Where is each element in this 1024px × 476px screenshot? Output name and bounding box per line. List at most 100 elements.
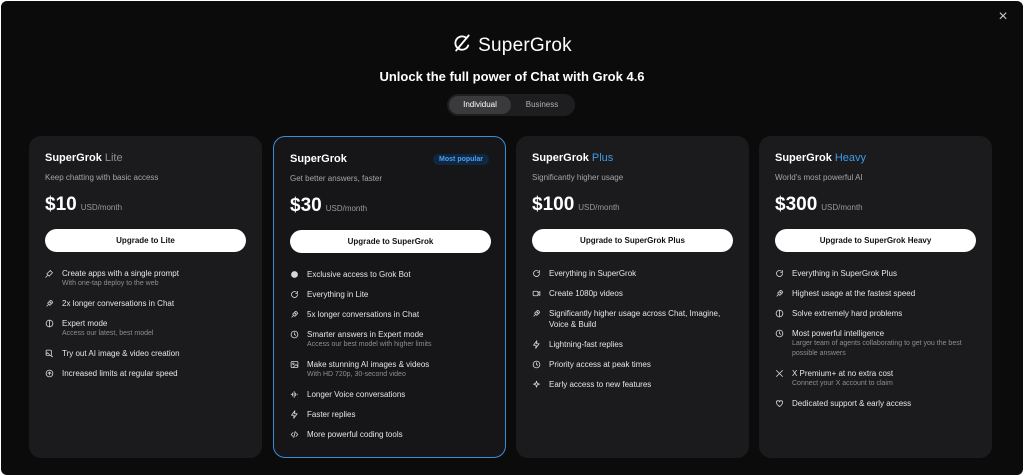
feature-item: Everything in Lite xyxy=(290,289,489,300)
feature-text: Expert mode xyxy=(62,319,108,328)
feature-body: Make stunning AI images & videos With HD … xyxy=(307,359,429,380)
feature-text: Everything in SuperGrok Plus xyxy=(792,269,897,278)
price-unit: USD/month xyxy=(821,203,863,212)
price-amount: $10 xyxy=(45,194,77,215)
grok-logo-icon xyxy=(452,33,472,59)
upgrade-plus-button[interactable]: Upgrade to SuperGrok Plus xyxy=(532,229,733,252)
image-icon xyxy=(290,360,299,369)
feature-text: Solve extremely hard problems xyxy=(792,309,903,318)
plan-card-plus: SuperGrok Plus Significantly higher usag… xyxy=(516,136,749,458)
feature-item: X Premium+ at no extra cost Connect your … xyxy=(775,368,976,389)
feature-body: Priority access at peak times xyxy=(549,359,651,370)
feature-text: 5x longer conversations in Chat xyxy=(307,310,420,319)
feature-text: Faster replies xyxy=(307,410,356,419)
refresh-icon xyxy=(532,269,541,278)
price-amount: $300 xyxy=(775,194,818,215)
feature-item: 5x longer conversations in Chat xyxy=(290,309,489,320)
feature-text: Lightning-fast replies xyxy=(549,340,623,349)
feature-body: 5x longer conversations in Chat xyxy=(307,309,419,320)
feature-item: Create apps with a single prompt With one… xyxy=(45,268,246,289)
code-icon xyxy=(290,430,299,439)
feature-text: Create apps with a single prompt xyxy=(62,269,179,278)
brand-name: SuperGrok xyxy=(478,35,572,56)
plan-name-text: SuperGrok xyxy=(775,152,832,164)
sparkles-icon xyxy=(532,380,541,389)
feature-subtext: With HD 720p, 30-second video xyxy=(307,371,406,378)
plan-tier: Heavy xyxy=(834,152,867,164)
plan-card-supergrok: SuperGrok Most popular Get better answer… xyxy=(273,136,506,458)
feature-text: Highest usage at the fastest speed xyxy=(792,289,916,298)
lightning-icon xyxy=(290,410,299,419)
feature-item: Significantly higher usage across Chat, … xyxy=(532,308,733,330)
feature-item: Smarter answers in Expert mode Access our… xyxy=(290,329,489,350)
feature-body: Smarter answers in Expert mode Access our… xyxy=(307,329,432,350)
feature-body: Everything in SuperGrok Plus xyxy=(792,268,897,279)
feature-body: Highest usage at the fastest speed xyxy=(792,288,915,299)
feature-item: Lightning-fast replies xyxy=(532,339,733,350)
plan-name: SuperGrok Lite xyxy=(45,152,246,164)
feature-body: More powerful coding tools xyxy=(307,429,403,440)
feature-item: Priority access at peak times xyxy=(532,359,733,370)
brain-icon xyxy=(45,319,54,328)
plan-tier: Lite xyxy=(104,152,123,164)
feature-list: Everything in SuperGrok Plus Highest usag… xyxy=(775,268,976,409)
plan-name-text: SuperGrok xyxy=(45,152,102,164)
brain-icon xyxy=(775,309,784,318)
feature-body: Solve extremely hard problems xyxy=(792,308,902,319)
feature-text: Most powerful intelligence xyxy=(792,329,885,338)
feature-body: Significantly higher usage across Chat, … xyxy=(549,308,733,330)
rocket-icon xyxy=(775,289,784,298)
upgrade-heavy-button[interactable]: Upgrade to SuperGrok Heavy xyxy=(775,229,976,252)
arrow-up-circle-icon xyxy=(45,369,54,378)
clock-icon xyxy=(532,360,541,369)
price-unit: USD/month xyxy=(578,203,620,212)
feature-item: 2x longer conversations in Chat xyxy=(45,298,246,309)
feature-text: Significantly higher usage across Chat, … xyxy=(549,309,721,329)
page-title: Unlock the full power of Chat with Grok … xyxy=(379,69,645,84)
feature-text: Increased limits at regular speed xyxy=(62,369,178,378)
feature-body: Try out AI image & video creation xyxy=(62,348,180,359)
feature-subtext: Larger team of agents collaborating to g… xyxy=(792,340,962,357)
feature-subtext: Access our latest, best model xyxy=(62,330,154,337)
feature-item: Exclusive access to Grok Bot xyxy=(290,269,489,280)
header: SuperGrok Unlock the full power of Chat … xyxy=(1,33,1023,84)
upgrade-lite-button[interactable]: Upgrade to Lite xyxy=(45,229,246,252)
upgrade-supergrok-button[interactable]: Upgrade to SuperGrok xyxy=(290,230,491,253)
refresh-icon xyxy=(775,269,784,278)
rocket-icon xyxy=(45,299,54,308)
feature-item: Highest usage at the fastest speed xyxy=(775,288,976,299)
rocket-icon xyxy=(290,310,299,319)
feature-body: Everything in Lite xyxy=(307,289,368,300)
plan-price: $300 USD/month xyxy=(775,194,976,216)
plan-name-text: SuperGrok xyxy=(290,153,347,165)
feature-item: Longer Voice conversations xyxy=(290,389,489,400)
tab-individual[interactable]: Individual xyxy=(449,96,511,114)
plan-tier: Plus xyxy=(591,152,614,164)
feature-item: More powerful coding tools xyxy=(290,429,489,440)
feature-body: Faster replies xyxy=(307,409,355,420)
close-icon[interactable]: × xyxy=(995,9,1011,25)
plan-name: SuperGrok Heavy xyxy=(775,152,976,164)
plan-description: World's most powerful AI xyxy=(775,173,863,182)
feature-item: Expert mode Access our latest, best model xyxy=(45,318,246,339)
feature-list: Everything in SuperGrok Create 1080p vide… xyxy=(532,268,733,390)
feature-item: Dedicated support & early access xyxy=(775,398,976,409)
feature-item: Faster replies xyxy=(290,409,489,420)
feature-subtext: Connect your X account to claim xyxy=(792,380,893,387)
feature-body: Longer Voice conversations xyxy=(307,389,405,400)
upgrade-modal: × SuperGrok Unlock the full power of Cha… xyxy=(1,1,1023,475)
tab-business[interactable]: Business xyxy=(511,96,573,114)
feature-body: Early access to new features xyxy=(549,379,651,390)
plan-type-tabs: Individual Business xyxy=(447,94,575,116)
feature-text: Create 1080p videos xyxy=(549,289,623,298)
price-amount: $30 xyxy=(290,195,322,216)
feature-body: Lightning-fast replies xyxy=(549,339,623,350)
feature-text: Longer Voice conversations xyxy=(307,390,406,399)
feature-item: Make stunning AI images & videos With HD … xyxy=(290,359,489,380)
feature-text: More powerful coding tools xyxy=(307,430,403,439)
feature-item: Everything in SuperGrok Plus xyxy=(775,268,976,279)
x-logo-icon xyxy=(775,369,784,378)
plan-name-text: SuperGrok xyxy=(532,152,589,164)
plan-description: Significantly higher usage xyxy=(532,173,624,182)
price-amount: $100 xyxy=(532,194,575,215)
